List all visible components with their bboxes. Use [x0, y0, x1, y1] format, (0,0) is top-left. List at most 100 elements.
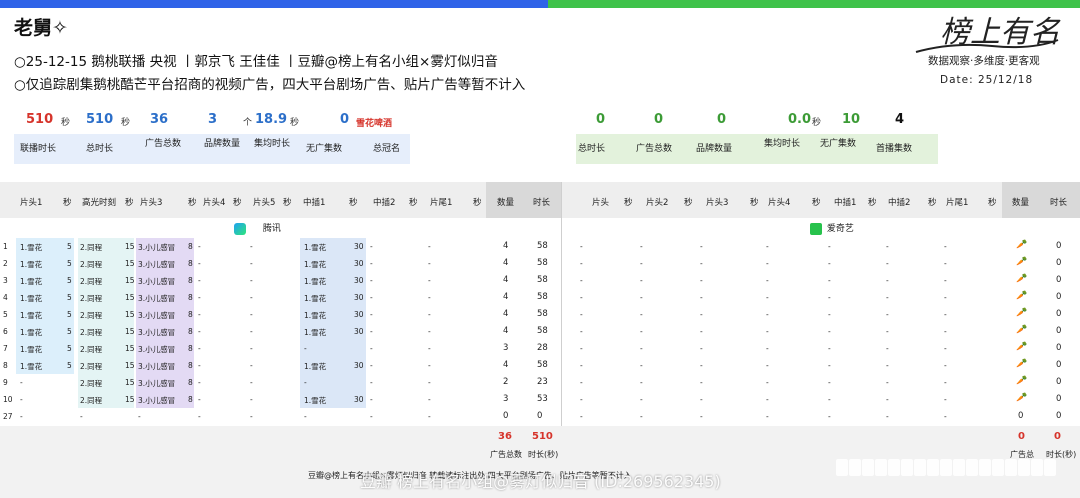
title-sponsor-label: 总冠名: [373, 144, 401, 154]
right-cell-empty: -: [580, 276, 583, 285]
cell-m1: 1.雪花: [304, 362, 327, 371]
cell-duration: 58: [537, 258, 548, 268]
right-cell-empty: -: [580, 361, 583, 370]
left-column-header: 秒: [349, 198, 358, 208]
left-column-header: 中插2: [373, 198, 396, 208]
left-stat-value: 36: [150, 112, 169, 127]
cell-m2-empty: -: [370, 412, 373, 421]
right-cell-empty: -: [700, 361, 703, 370]
right-cell-empty: -: [640, 259, 643, 268]
cell-s2: 15: [125, 310, 135, 319]
right-column-header: 秒: [684, 198, 693, 208]
episode-number: 8: [3, 361, 8, 370]
right-cell-empty: -: [700, 395, 703, 404]
cell-m1: -: [304, 412, 307, 421]
top-bar-blue: [0, 0, 548, 8]
cell-s2: 15: [125, 242, 135, 251]
cell-p1: 1.雪花: [20, 294, 43, 303]
right-cell-duration: 0: [1056, 411, 1062, 421]
right-cell-empty: -: [886, 259, 889, 268]
cell-m2-empty: -: [370, 259, 373, 268]
cell-p5-empty: -: [250, 310, 253, 319]
cell-m2-empty: -: [370, 293, 373, 302]
left-stat-value: 510: [26, 112, 54, 127]
left-stat-value: 3: [208, 112, 218, 127]
cell-m2-empty: -: [370, 327, 373, 336]
right-column-header: 片头3: [706, 198, 729, 208]
cell-s3: 8: [188, 378, 193, 387]
right-column-header: 秒: [928, 198, 937, 208]
footer-left-duration: 510: [532, 431, 553, 442]
cell-duration: 58: [537, 360, 548, 370]
right-cell-empty: -: [766, 327, 769, 336]
right-cell-empty: -: [886, 310, 889, 319]
right-cell-empty: -: [828, 276, 831, 285]
right-column-header: 秒: [624, 198, 633, 208]
cell-p1: 1.雪花: [20, 243, 43, 252]
cell-ms1: 30: [354, 293, 364, 302]
right-cell-empty: -: [700, 378, 703, 387]
cell-m1: -: [304, 344, 307, 353]
cell-p2: 2.同程: [80, 311, 103, 320]
cell-s2: 15: [125, 378, 135, 387]
right-stat-value: 0: [717, 112, 727, 127]
cell-p3: 3.小儿感冒: [138, 277, 176, 286]
right-column-header: 秒: [988, 198, 997, 208]
cell-count: 4: [503, 309, 509, 319]
right-cell-empty: -: [640, 276, 643, 285]
cell-count: 2: [503, 377, 509, 387]
right-column-header: 中插2: [888, 198, 911, 208]
cell-p5-empty: -: [250, 293, 253, 302]
logo-text: 榜上有名: [940, 15, 1061, 50]
right-stat-value: 0: [596, 112, 606, 127]
cell-s2: 15: [125, 276, 135, 285]
cell-p5-empty: -: [250, 344, 253, 353]
cell-s3: 8: [188, 327, 193, 336]
episode-number: 1: [3, 242, 8, 251]
cell-s3: 8: [188, 361, 193, 370]
right-stat-label: 品牌数量: [696, 144, 733, 154]
right-cell-empty: -: [828, 361, 831, 370]
cell-count: 4: [503, 258, 509, 268]
left-column-header: 秒: [409, 198, 418, 208]
right-cell-empty: -: [886, 378, 889, 387]
cell-end-empty: -: [428, 276, 431, 285]
right-cell-empty: -: [640, 293, 643, 302]
cell-s3: 8: [188, 310, 193, 319]
cell-ms1: 30: [354, 259, 364, 268]
cell-p4-empty: -: [198, 378, 201, 387]
cell-p4-empty: -: [198, 327, 201, 336]
right-cell-duration: 0: [1056, 258, 1062, 268]
cell-p2: 2.同程: [80, 396, 103, 405]
cell-p2: 2.同程: [80, 260, 103, 269]
cell-p4-empty: -: [198, 242, 201, 251]
right-cell-empty: -: [700, 412, 703, 421]
cell-duration: 58: [537, 309, 548, 319]
left-stat-label: 广告总数: [145, 139, 182, 149]
cell-p4-empty: -: [198, 259, 201, 268]
left-column-header: 片头4: [203, 198, 226, 208]
cell-count: 4: [503, 275, 509, 285]
cell-m2-empty: -: [370, 344, 373, 353]
right-cell-empty: -: [700, 344, 703, 353]
cell-s1: 5: [67, 242, 72, 251]
cell-p5-empty: -: [250, 378, 253, 387]
cell-duration: 58: [537, 241, 548, 251]
right-cell-empty: -: [944, 242, 947, 251]
right-cell-empty: -: [580, 395, 583, 404]
cell-p1: 1.雪花: [20, 328, 43, 337]
cell-p5-empty: -: [250, 242, 253, 251]
platform-left-label: 腾讯: [262, 224, 281, 234]
watermark-blur: [836, 459, 1066, 479]
cell-p4-empty: -: [198, 344, 201, 353]
left-column-header: 秒: [63, 198, 72, 208]
right-cell-empty: -: [766, 310, 769, 319]
left-stat-value: 18.9: [255, 112, 288, 127]
right-cell-empty: -: [828, 259, 831, 268]
carrot-icon: 🥕: [1016, 325, 1028, 335]
right-stat-value: 4: [895, 112, 905, 127]
right-cell-empty: -: [766, 259, 769, 268]
right-cell-empty: -: [828, 293, 831, 302]
cell-end-empty: -: [428, 361, 431, 370]
carrot-icon: 🥕: [1016, 342, 1028, 352]
